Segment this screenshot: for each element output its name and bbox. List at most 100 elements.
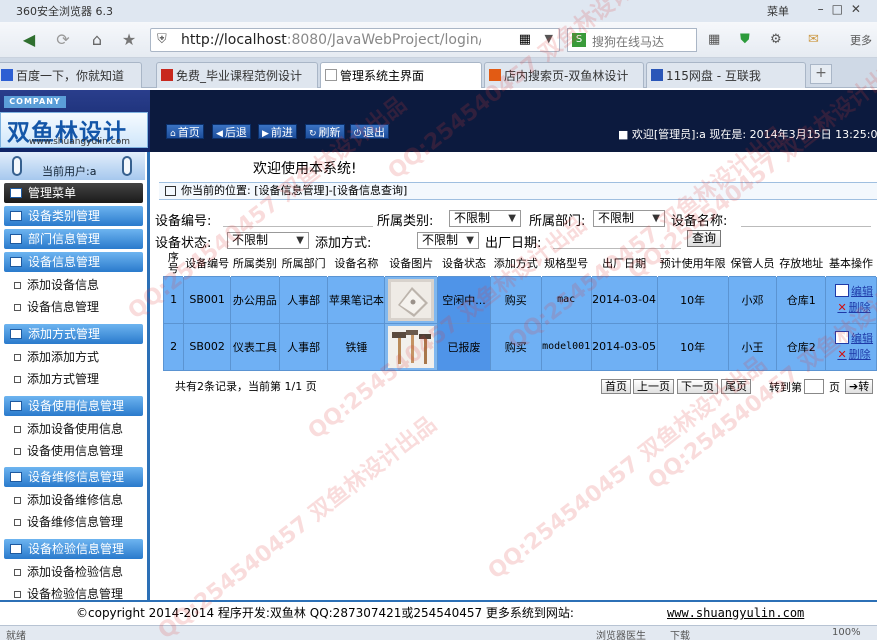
zoom-level[interactable]: 100% bbox=[832, 627, 861, 638]
welcome-user-time: ■ 欢迎[管理员]:a 现在是: 2014年3月15日 13:25:01 bbox=[618, 128, 877, 141]
hook-left bbox=[12, 156, 22, 176]
tab-free-course[interactable]: 免费_毕业课程范例设计 bbox=[156, 62, 318, 88]
menu-group-add-method[interactable]: 添加方式管理 bbox=[4, 324, 143, 344]
menu-group-department[interactable]: 部门信息管理 bbox=[4, 229, 143, 249]
nav-home-button[interactable]: ⌂ 首页 bbox=[166, 124, 204, 139]
menu-item-add-repair[interactable]: 添加设备维修信息 bbox=[14, 491, 123, 508]
menu-group-device-inspection[interactable]: 设备检验信息管理 bbox=[4, 539, 143, 559]
menu-item-add-method-manage[interactable]: 添加方式管理 bbox=[14, 370, 99, 387]
nav-refresh-button[interactable]: ↻ 刷新 bbox=[305, 124, 345, 139]
tab-baidu[interactable]: 百度一下，你就知道 bbox=[0, 62, 142, 88]
site-link[interactable]: www.shuangyulin.com bbox=[667, 602, 804, 624]
menu-item-add-inspection[interactable]: 添加设备检验信息 bbox=[14, 563, 123, 580]
col-dept: 所属部门 bbox=[279, 250, 329, 276]
folder-icon bbox=[10, 257, 22, 267]
col-category: 所属类别 bbox=[230, 250, 280, 276]
email-icon[interactable]: ✉ bbox=[808, 32, 819, 47]
folder-icon bbox=[10, 544, 22, 554]
method-label: 添加方式: bbox=[315, 236, 372, 251]
copyright-text: ©copyright 2014-2014 程序开发:双鱼林 QQ:2873074… bbox=[76, 606, 574, 620]
search-box[interactable]: S 搜狗在线马达 bbox=[567, 28, 697, 52]
settings-icon[interactable]: ⚙ bbox=[770, 32, 782, 47]
bullet-icon bbox=[14, 497, 21, 504]
search-input[interactable]: 搜狗在线马达 bbox=[592, 33, 682, 50]
go-button[interactable]: ➔转 bbox=[845, 379, 874, 394]
page-suffix: 页 bbox=[829, 381, 840, 394]
address-bar[interactable]: ⛨ http://localhost:8080/JavaWebProject/l… bbox=[150, 28, 560, 52]
favorite-star-icon[interactable]: ★ bbox=[118, 29, 140, 51]
laptop-thumbnail[interactable] bbox=[388, 278, 435, 321]
menu-item-add-method-add[interactable]: 添加添加方式 bbox=[14, 348, 99, 365]
cell-model: model001 bbox=[540, 322, 592, 371]
menu-item-add-usage[interactable]: 添加设备使用信息 bbox=[14, 420, 123, 437]
col-keeper: 保管人员 bbox=[728, 250, 778, 276]
date-input[interactable] bbox=[553, 232, 681, 249]
power-icon: ⏻ bbox=[354, 129, 362, 139]
nav-back-button[interactable]: ◀ 后退 bbox=[212, 124, 251, 139]
cell-date: 2014-03-05 bbox=[590, 322, 658, 371]
menu-grid-icon bbox=[10, 188, 22, 198]
query-button[interactable]: 查询 bbox=[687, 230, 721, 247]
qr-code-icon[interactable]: ▦ bbox=[519, 32, 531, 47]
browser-menu-button[interactable]: 菜单 bbox=[767, 3, 789, 19]
nav-forward-button[interactable]: ▶ 前进 bbox=[258, 124, 297, 139]
edit-link[interactable]: 编辑 bbox=[832, 331, 876, 347]
dept-select[interactable]: 不限制 ▼ bbox=[593, 210, 665, 227]
tab-shop-search[interactable]: 店内搜索页-双鱼林设计 bbox=[484, 62, 644, 88]
goto-page-input[interactable] bbox=[804, 379, 824, 394]
apps-icon[interactable]: ▦ bbox=[708, 32, 720, 47]
menu-title: 管理菜单 bbox=[4, 183, 143, 203]
menu-group-device-info[interactable]: 设备信息管理 bbox=[4, 252, 143, 272]
home-icon[interactable]: ⌂ bbox=[86, 29, 108, 51]
reload-icon[interactable]: ⟳ bbox=[52, 29, 74, 51]
tab-115-disk[interactable]: 115网盘 - 互联我 bbox=[646, 62, 806, 88]
menu-group-device-category[interactable]: 设备类别管理 bbox=[4, 206, 143, 226]
download-button[interactable]: 下载 bbox=[670, 627, 690, 640]
menu-item-device-manage[interactable]: 设备信息管理 bbox=[14, 298, 99, 315]
device-name-input[interactable] bbox=[741, 210, 871, 227]
window-controls[interactable]: –□✕ bbox=[818, 2, 869, 16]
new-tab-button[interactable]: + bbox=[810, 64, 832, 84]
last-page-button[interactable]: 尾页 bbox=[721, 379, 751, 394]
device-name-label: 设备名称: bbox=[671, 214, 728, 229]
doctor-button[interactable]: 浏览器医生 bbox=[596, 627, 646, 640]
hammers-thumbnail[interactable] bbox=[388, 325, 435, 368]
date-label: 出厂日期: bbox=[485, 236, 542, 251]
nav-logout-button[interactable]: ⏻ 退出 bbox=[350, 124, 390, 139]
prev-page-button[interactable]: 上一页 bbox=[633, 379, 674, 394]
bullet-icon bbox=[14, 376, 21, 383]
category-select[interactable]: 不限制 ▼ bbox=[449, 210, 521, 227]
more-button[interactable]: 更多 bbox=[850, 32, 872, 48]
folder-icon bbox=[10, 329, 22, 339]
tab-admin-main[interactable]: 管理系统主界面 bbox=[320, 62, 482, 88]
bullet-icon bbox=[14, 569, 21, 576]
bullet-icon bbox=[14, 591, 21, 598]
edit-link[interactable]: 编辑 bbox=[832, 284, 876, 300]
first-page-button[interactable]: 首页 bbox=[601, 379, 631, 394]
browser-status-bar: 就绪 浏览器医生 下载 100% bbox=[0, 625, 877, 640]
next-page-button[interactable]: 下一页 bbox=[677, 379, 718, 394]
back-icon[interactable]: ◀ bbox=[18, 29, 40, 51]
address-url[interactable]: http://localhost:8080/JavaWebProject/log… bbox=[181, 32, 481, 48]
state-select[interactable]: 不限制 ▼ bbox=[227, 232, 309, 249]
folder-icon bbox=[10, 472, 22, 482]
menu-group-device-usage[interactable]: 设备使用信息管理 bbox=[4, 396, 143, 416]
menu-item-repair-manage[interactable]: 设备维修信息管理 bbox=[14, 513, 123, 530]
page-footer: ©copyright 2014-2014 程序开发:双鱼林 QQ:2873074… bbox=[0, 600, 877, 625]
cell-code: SB002 bbox=[183, 322, 231, 371]
bullet-icon bbox=[14, 448, 21, 455]
table-row[interactable]: 2 SB002 仪表工具 人事部 铁锤 已报废 购买 model001 2014… bbox=[162, 322, 877, 371]
method-select[interactable]: 不限制 ▼ bbox=[417, 232, 479, 249]
shield-icon[interactable]: ⛊ bbox=[740, 32, 750, 47]
device-no-input[interactable] bbox=[223, 210, 373, 227]
menu-item-usage-manage[interactable]: 设备使用信息管理 bbox=[14, 442, 123, 459]
menu-item-add-device[interactable]: 添加设备信息 bbox=[14, 276, 99, 293]
delete-link[interactable]: 删除 bbox=[832, 300, 876, 316]
arrow-right-icon: ➔ bbox=[849, 380, 859, 393]
dept-label: 所属部门: bbox=[529, 214, 586, 229]
delete-link[interactable]: 删除 bbox=[832, 347, 876, 363]
menu-group-device-repair[interactable]: 设备维修信息管理 bbox=[4, 467, 143, 487]
table-row[interactable]: 1 SB001 办公用品 人事部 苹果笔记本 空闲中... 购买 mac 201… bbox=[162, 275, 877, 324]
taobao-icon bbox=[489, 69, 501, 81]
address-dropdown-icon[interactable]: ▼ bbox=[545, 32, 553, 45]
